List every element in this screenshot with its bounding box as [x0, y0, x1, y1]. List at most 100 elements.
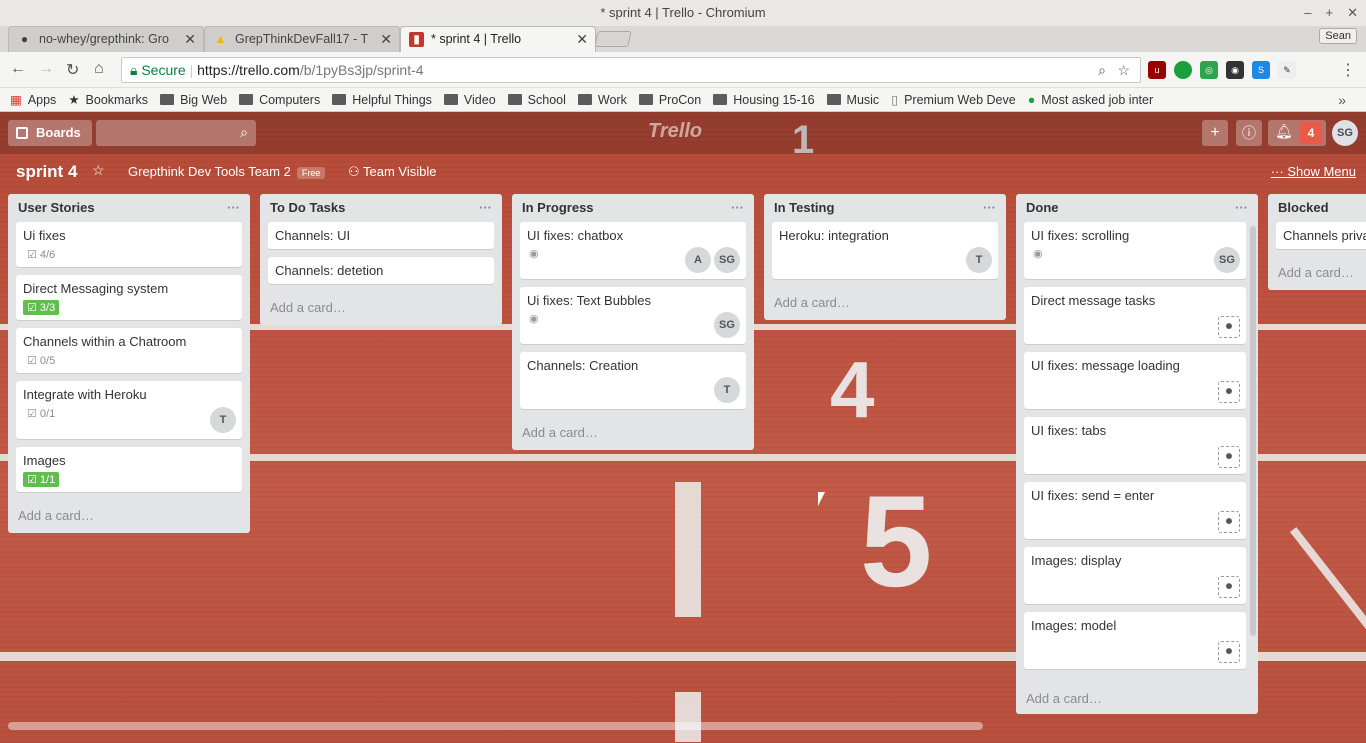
- reload-icon[interactable]: ↻: [66, 60, 79, 80]
- board-title[interactable]: sprint 4: [16, 162, 77, 182]
- show-menu-button[interactable]: ··· Show Menu: [1271, 164, 1356, 179]
- star-board-icon[interactable]: ☆: [92, 162, 105, 179]
- bookmark-folder[interactable]: Housing 15-16: [713, 93, 815, 107]
- bookmark-folder[interactable]: Big Web: [160, 93, 227, 107]
- info-icon[interactable]: ⓘ: [1236, 120, 1262, 146]
- member-avatar-image[interactable]: ✺: [1218, 316, 1240, 338]
- member-avatar[interactable]: T: [210, 407, 236, 433]
- back-icon[interactable]: ←: [10, 60, 26, 78]
- card[interactable]: Channels: UI: [268, 222, 494, 249]
- skype-icon[interactable]: S: [1252, 61, 1270, 79]
- board-horizontal-scrollbar[interactable]: [8, 722, 983, 730]
- card[interactable]: UI fixes: send = enter ✺: [1024, 482, 1246, 539]
- card[interactable]: Heroku: integration T: [772, 222, 998, 279]
- list-header[interactable]: User Stories ···: [16, 194, 242, 222]
- list-menu-icon[interactable]: ···: [227, 194, 240, 222]
- browser-menu-icon[interactable]: ⋮: [1340, 60, 1356, 80]
- list-menu-icon[interactable]: ···: [731, 194, 744, 222]
- add-card-button[interactable]: Add a card…: [268, 292, 494, 325]
- create-icon[interactable]: +: [1202, 120, 1228, 146]
- bookmark-page[interactable]: ▯ Premium Web Deve: [891, 92, 1016, 108]
- tab-github[interactable]: ● no-whey/grepthink: Gro ✕: [8, 26, 204, 52]
- new-tab-button[interactable]: [594, 31, 632, 47]
- member-avatar[interactable]: SG: [1332, 120, 1358, 146]
- member-avatar[interactable]: SG: [714, 312, 740, 338]
- close-tab-icon[interactable]: ✕: [184, 27, 196, 52]
- list-header[interactable]: Done ···: [1024, 194, 1250, 222]
- close-window-icon[interactable]: ✕: [1347, 0, 1358, 26]
- bookmark-page[interactable]: ● Most asked job inter: [1028, 93, 1153, 107]
- notifications-button[interactable]: 🔔︎ 4: [1268, 120, 1326, 146]
- evernote-icon[interactable]: [1174, 61, 1192, 79]
- card[interactable]: Ui fixes: Text Bubbles ◉ SG: [520, 287, 746, 344]
- bookmark-folder[interactable]: Video: [443, 93, 496, 107]
- card[interactable]: Integrate with Heroku ☑ 0/1 T: [16, 381, 242, 439]
- member-avatar[interactable]: A: [685, 247, 711, 273]
- member-avatar[interactable]: SG: [714, 247, 740, 273]
- card[interactable]: UI fixes: scrolling ◉ SG: [1024, 222, 1246, 279]
- card[interactable]: UI fixes: message loading ✺: [1024, 352, 1246, 409]
- bookmark-bookmarks[interactable]: ★ Bookmarks: [68, 92, 148, 108]
- card[interactable]: Channels within a Chatroom ☑ 0/5: [16, 328, 242, 373]
- tab-trello[interactable]: ▮ * sprint 4 | Trello ✕: [400, 26, 596, 52]
- close-tab-icon[interactable]: ✕: [380, 27, 392, 52]
- card[interactable]: UI fixes: chatbox ◉ A SG: [520, 222, 746, 279]
- visibility-button[interactable]: ⚇ Team Visible: [348, 164, 437, 180]
- bookmark-folder[interactable]: Music: [826, 93, 879, 107]
- member-avatar-image[interactable]: ✺: [1218, 511, 1240, 533]
- star-bookmark-icon[interactable]: ☆: [1117, 58, 1130, 82]
- bookmark-apps[interactable]: ▦ Apps: [10, 92, 56, 108]
- bookmark-folder[interactable]: Work: [577, 93, 627, 107]
- add-card-button[interactable]: Add a card…: [16, 500, 242, 533]
- add-card-button[interactable]: Add a card…: [1276, 257, 1366, 290]
- card[interactable]: Images: model ✺: [1024, 612, 1246, 669]
- board-team[interactable]: Grepthink Dev Tools Team 2 Free: [128, 164, 326, 179]
- zoom-icon[interactable]: ⌕: [1098, 58, 1106, 82]
- member-avatar[interactable]: T: [714, 377, 740, 403]
- list-header[interactable]: In Progress ···: [520, 194, 746, 222]
- list-header[interactable]: In Testing ···: [772, 194, 998, 222]
- card[interactable]: Channels: Creation T: [520, 352, 746, 409]
- member-avatar[interactable]: SG: [1214, 247, 1240, 273]
- add-card-button[interactable]: Add a card…: [1024, 685, 1250, 714]
- more-bookmarks-icon[interactable]: »: [1338, 92, 1346, 108]
- add-card-button[interactable]: Add a card…: [772, 287, 998, 320]
- close-tab-icon[interactable]: ✕: [576, 27, 588, 52]
- member-avatar-image[interactable]: ✺: [1218, 641, 1240, 663]
- tab-google-drive[interactable]: ▲ GrepThinkDevFall17 - T ✕: [204, 26, 400, 52]
- member-avatar-image[interactable]: ✺: [1218, 576, 1240, 598]
- card[interactable]: Direct Messaging system ☑ 3/3: [16, 275, 242, 320]
- address-bar[interactable]: 🔒︎ Secure | https://trello.com/b/1pyBs3j…: [121, 57, 1141, 83]
- list-header[interactable]: Blocked: [1276, 194, 1366, 222]
- card[interactable]: Images: display ✺: [1024, 547, 1246, 604]
- card[interactable]: Direct message tasks ✺: [1024, 287, 1246, 344]
- bookmark-folder[interactable]: Helpful Things: [332, 93, 432, 107]
- bookmark-folder[interactable]: ProCon: [638, 93, 701, 107]
- list-menu-icon[interactable]: ···: [1235, 194, 1248, 222]
- list-header[interactable]: To Do Tasks ···: [268, 194, 494, 222]
- card[interactable]: Channels: detetion: [268, 257, 494, 284]
- list-menu-icon[interactable]: ···: [983, 194, 996, 222]
- search-input[interactable]: ⌕: [96, 120, 256, 146]
- extension-icon[interactable]: ◎: [1200, 61, 1218, 79]
- boards-button[interactable]: Boards: [8, 120, 92, 146]
- minimize-icon[interactable]: –: [1304, 0, 1311, 26]
- card[interactable]: Channels priva: [1276, 222, 1366, 249]
- ublock-icon[interactable]: u: [1148, 61, 1166, 79]
- card[interactable]: UI fixes: tabs ✺: [1024, 417, 1246, 474]
- bookmark-folder[interactable]: School: [507, 93, 566, 107]
- list-scrollbar[interactable]: [1250, 226, 1256, 636]
- profile-button[interactable]: Sean: [1319, 28, 1357, 44]
- member-avatar-image[interactable]: ✺: [1218, 446, 1240, 468]
- feather-icon[interactable]: ✎: [1278, 61, 1296, 79]
- bookmark-folder[interactable]: Computers: [239, 93, 320, 107]
- forward-icon[interactable]: →: [38, 60, 54, 78]
- home-icon[interactable]: ⌂: [94, 60, 104, 78]
- list-menu-icon[interactable]: ···: [479, 194, 492, 222]
- member-avatar-image[interactable]: ✺: [1218, 381, 1240, 403]
- mask-icon[interactable]: ◉: [1226, 61, 1244, 79]
- member-avatar[interactable]: T: [966, 247, 992, 273]
- maximize-icon[interactable]: +: [1326, 0, 1334, 26]
- card[interactable]: Images ☑ 1/1: [16, 447, 242, 492]
- add-card-button[interactable]: Add a card…: [520, 417, 746, 450]
